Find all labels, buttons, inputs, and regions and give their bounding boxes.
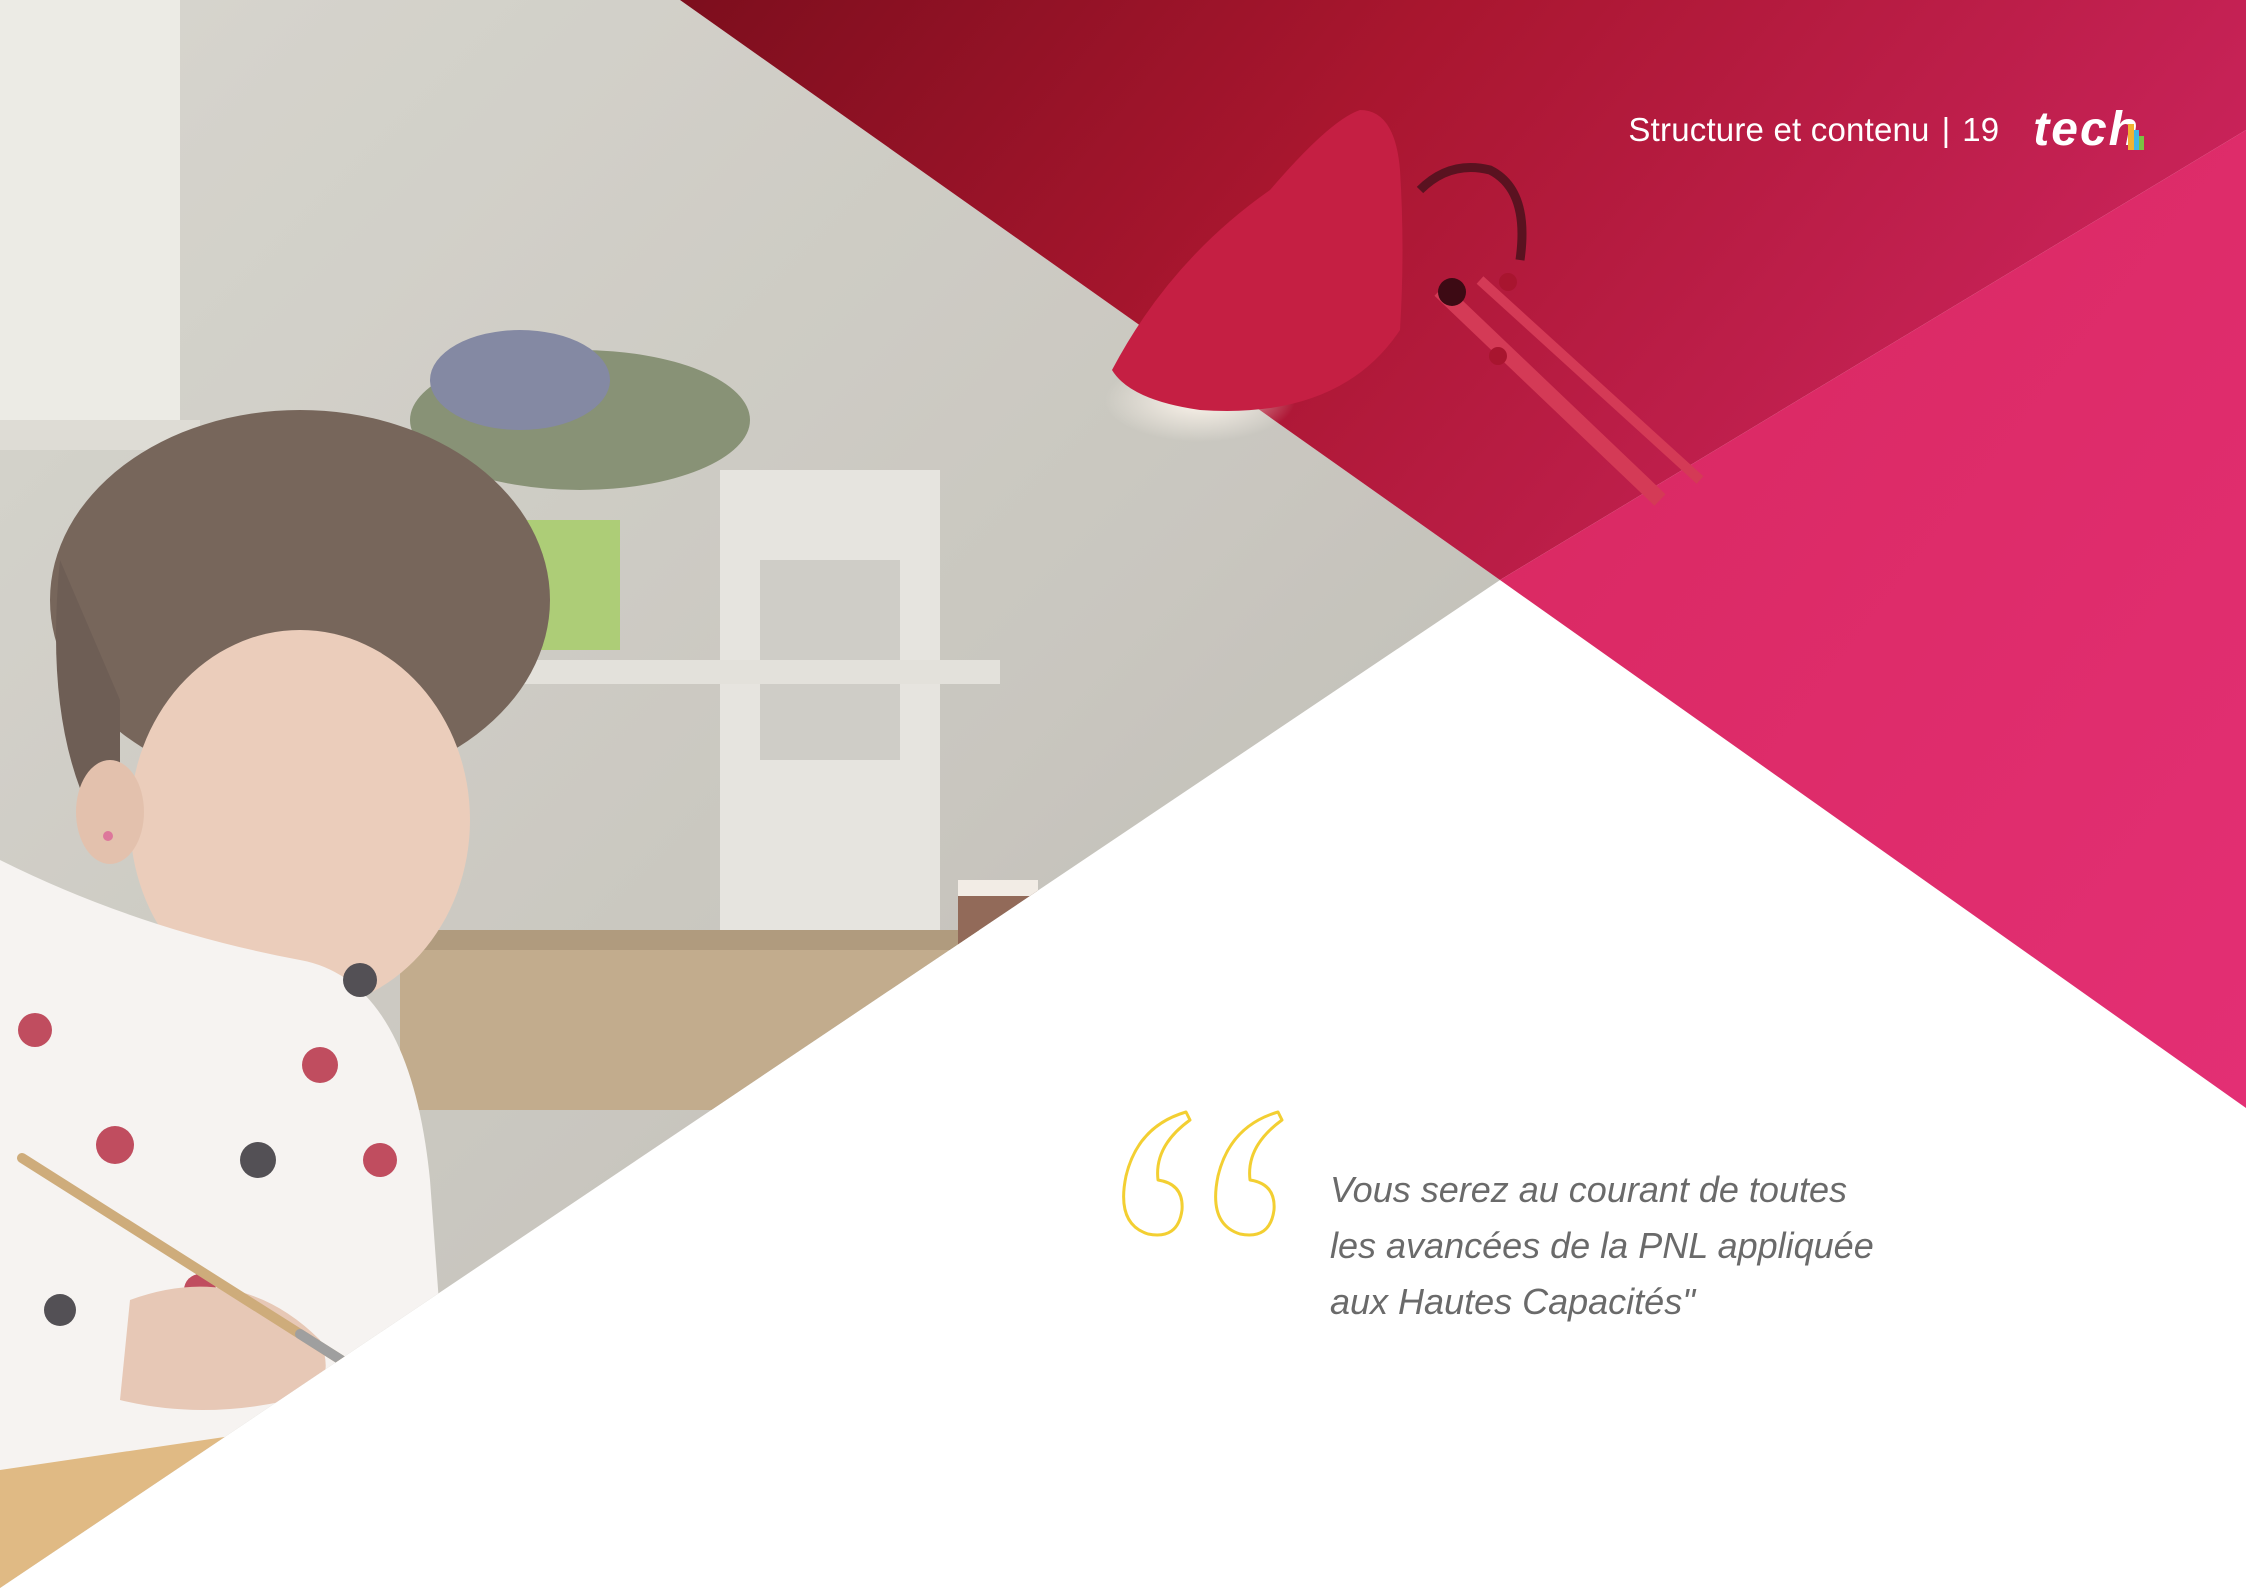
quote-line: aux Hautes Capacités": [1330, 1281, 1695, 1322]
page-number: 19: [1962, 111, 2000, 148]
opening-quote-outline-icon: [1122, 1110, 1284, 1237]
section-title: Structure et contenu: [1628, 111, 1930, 148]
logo-wordmark: tech: [2033, 103, 2140, 156]
page: Structure et contenu | 19 tech Vous sere…: [0, 0, 2246, 1588]
quote-line: les avancées de la PNL appliquée: [1330, 1225, 1874, 1266]
page-header: Structure et contenu | 19 tech: [1628, 103, 2144, 156]
header-separator: |: [1941, 111, 1951, 148]
quote-text: Vous serez au courant de toutes les avan…: [1330, 1162, 1890, 1330]
logo-color-accent-icon: [2128, 124, 2144, 150]
background-artwork: [0, 0, 2246, 1588]
tech-logo: tech: [2033, 103, 2144, 156]
quote-line: Vous serez au courant de toutes: [1330, 1169, 1847, 1210]
